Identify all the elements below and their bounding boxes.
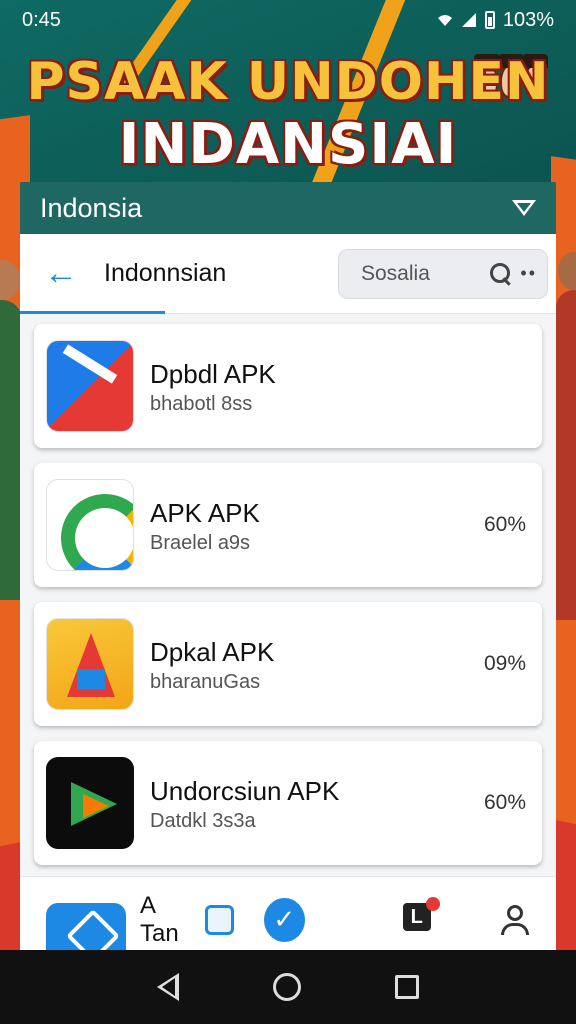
nav-label[interactable]: A Tan bbox=[140, 892, 195, 948]
wifi-icon bbox=[437, 15, 452, 26]
app-subtitle: Braelel a9s bbox=[150, 531, 251, 554]
app-percent: 60% bbox=[483, 791, 526, 814]
play-arrow-app-icon bbox=[46, 757, 134, 849]
banner-subtitle: INDANSIAI bbox=[118, 112, 458, 177]
app-name: Dpkal APK bbox=[150, 636, 275, 667]
app-list-item[interactable]: Undorcsiun APK Datdkl 3s3a 60% bbox=[34, 741, 542, 865]
profile-icon[interactable] bbox=[498, 903, 530, 937]
app-subtitle: bhabotl 8ss bbox=[150, 392, 253, 415]
checkmark-icon[interactable]: ✓ bbox=[263, 897, 305, 942]
app-percent: 60% bbox=[483, 513, 526, 536]
battery-icon bbox=[484, 11, 495, 29]
app-name: APK APK bbox=[150, 497, 260, 528]
search-placeholder: Sosalia bbox=[361, 261, 430, 285]
background-person bbox=[0, 260, 22, 600]
background-person bbox=[556, 252, 576, 620]
system-back-icon[interactable] bbox=[157, 973, 179, 1001]
search-icon[interactable] bbox=[490, 262, 512, 285]
region-header: Indonsia bbox=[20, 182, 556, 234]
app-list-item[interactable]: Dpkal APK bharanuGas 09% bbox=[34, 602, 542, 726]
system-recents-icon[interactable] bbox=[395, 975, 419, 999]
app-list-item[interactable]: Dpbdl APK bhabotl 8ss bbox=[34, 324, 542, 448]
more-dots-icon[interactable]: •• bbox=[520, 263, 537, 284]
back-arrow-icon[interactable]: ← bbox=[44, 254, 104, 293]
search-row: ← Indonnsian Sosalia •• bbox=[20, 234, 556, 314]
green-circle-app-icon bbox=[46, 479, 134, 571]
status-bar: 0:45 103% bbox=[0, 0, 576, 40]
main-card: Indonsia ← Indonnsian Sosalia •• Dpbdl A… bbox=[20, 182, 556, 963]
active-tab-indicator bbox=[20, 311, 165, 314]
content-panel: ← Indonnsian Sosalia •• Dpbdl APK bhabot… bbox=[20, 234, 556, 963]
region-title: Indonsia bbox=[40, 192, 143, 223]
battery-percent: 103% bbox=[502, 8, 554, 31]
red-blue-app-icon bbox=[46, 340, 134, 432]
signal-icon bbox=[461, 13, 476, 27]
app-name: Dpbdl APK bbox=[150, 358, 276, 389]
app-name: Undorcsiun APK bbox=[150, 775, 340, 806]
system-home-icon[interactable] bbox=[273, 973, 301, 1001]
status-time: 0:45 bbox=[22, 8, 61, 31]
search-input[interactable]: Sosalia •• bbox=[338, 248, 548, 299]
dropdown-triangle-icon[interactable] bbox=[512, 200, 536, 216]
system-navigation-bar bbox=[0, 950, 576, 1024]
app-subtitle: bharanuGas bbox=[150, 670, 261, 693]
app-percent: 09% bbox=[483, 652, 526, 675]
apps-grid-icon[interactable] bbox=[205, 904, 234, 935]
promo-banner: PSAAK UNDOHEN INDANSIAI bbox=[0, 52, 576, 178]
notifications-icon[interactable]: L bbox=[402, 896, 441, 937]
app-subtitle: Datdkl 3s3a bbox=[150, 809, 256, 832]
yellow-a-app-icon bbox=[46, 618, 134, 710]
app-list-item[interactable]: APK APK Braelel a9s 60% bbox=[34, 463, 542, 587]
banner-title: PSAAK UNDOHEN bbox=[26, 52, 550, 112]
page-title: Indonnsian bbox=[104, 259, 227, 287]
app-list: Dpbdl APK bhabotl 8ss APK APK Braelel a9… bbox=[20, 314, 556, 865]
notification-badge bbox=[426, 896, 441, 911]
